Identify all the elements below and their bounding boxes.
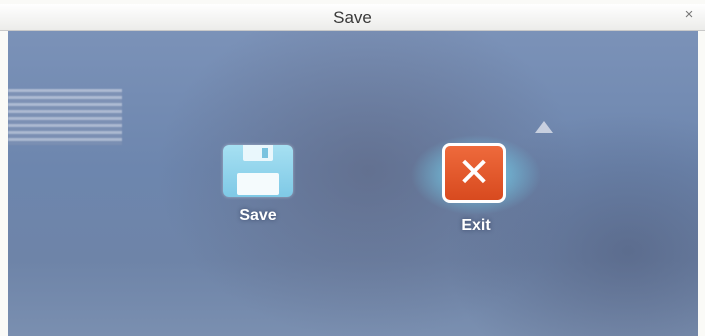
dialog-title: Save (333, 8, 372, 27)
background-reflection-triangle (535, 121, 553, 133)
close-icon[interactable]: × (681, 7, 697, 23)
save-button[interactable]: Save (213, 145, 303, 225)
save-dialog: Save × Save ✕ Exit (0, 0, 705, 336)
exit-label: Exit (461, 217, 491, 234)
floppy-disk-icon (223, 145, 293, 197)
background-reflection (8, 89, 122, 145)
title-bar: Save × (0, 4, 705, 31)
save-label: Save (239, 207, 277, 224)
dialog-content: Save ✕ Exit (8, 31, 698, 336)
exit-button[interactable]: ✕ Exit (406, 135, 546, 235)
selection-glow: ✕ (411, 135, 541, 215)
exit-x-icon: ✕ (442, 143, 506, 203)
